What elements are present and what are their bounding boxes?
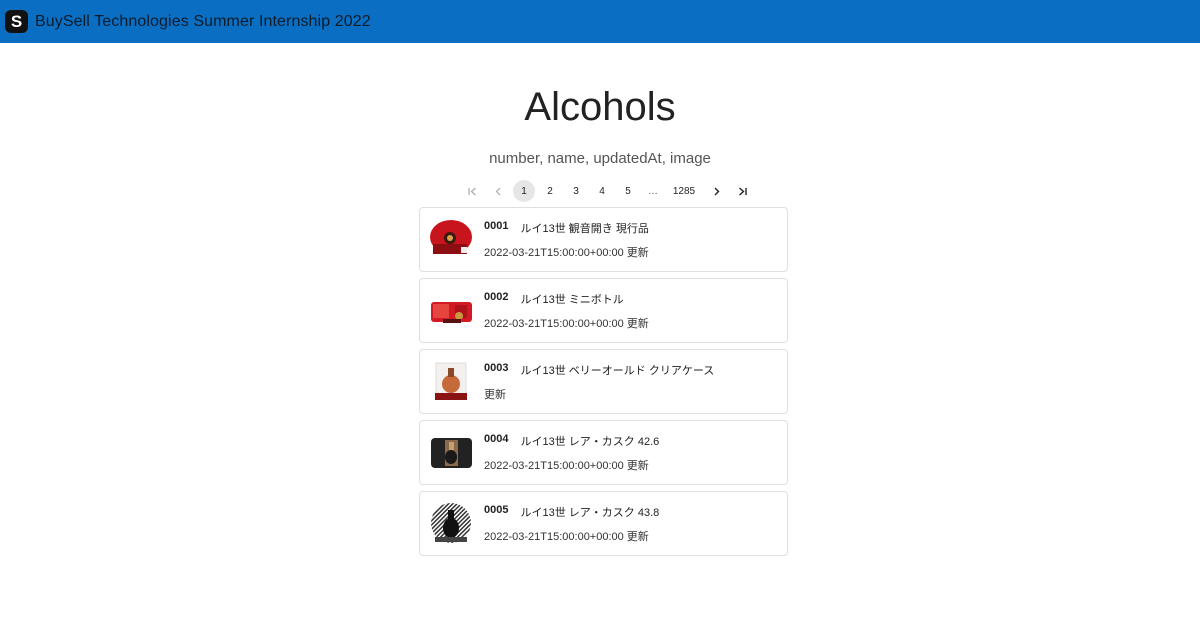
item-name: ルイ13世 レア・カスク 43.8 xyxy=(520,506,660,519)
item-updated: 2022-03-21T15:00:00+00:00 更新 xyxy=(484,530,649,543)
logo-letter: S xyxy=(10,12,23,31)
page-button-last[interactable]: 1285 xyxy=(667,180,701,202)
list-item[interactable]: 0005 ルイ13世 レア・カスク 43.8 2022-03-21T15:00:0… xyxy=(419,491,788,556)
list-item[interactable]: 0001 ルイ13世 観音開き 現行品 2022-03-21T15:00:00+0… xyxy=(419,207,788,272)
page-button-4[interactable]: 4 xyxy=(591,180,613,202)
app-bar: S BuySell Technologies Summer Internship… xyxy=(0,0,1200,43)
item-updated: 2022-03-21T15:00:00+00:00 更新 xyxy=(484,317,649,330)
page-button-1[interactable]: 1 xyxy=(513,180,535,202)
chevron-left-icon[interactable] xyxy=(487,180,509,202)
chevron-right-icon[interactable] xyxy=(705,180,727,202)
black-case-bottle-image xyxy=(429,430,474,475)
mini-bottle-red-case-image xyxy=(429,288,474,333)
clear-case-bottle-image xyxy=(429,359,474,404)
pagination-ellipsis: … xyxy=(648,185,658,197)
list-item[interactable]: 0003 ルイ13世 ベリーオールド クリアケース 更新 xyxy=(419,349,788,414)
item-updated: 更新 xyxy=(484,388,506,401)
alcohol-list: 0001 ルイ13世 観音開き 現行品 2022-03-21T15:00:00+0… xyxy=(419,207,788,562)
item-number: 0004 xyxy=(484,432,509,445)
app-title: BuySell Technologies Summer Internship 2… xyxy=(35,12,371,30)
page-title: Alcohols xyxy=(524,85,676,129)
item-number: 0001 xyxy=(484,219,509,232)
page-button-2[interactable]: 2 xyxy=(539,180,561,202)
list-item[interactable]: 0004 ルイ13世 レア・カスク 42.6 2022-03-21T15:00:0… xyxy=(419,420,788,485)
item-number: 0002 xyxy=(484,290,509,303)
first-page-icon[interactable] xyxy=(461,180,483,202)
pagination: 1 2 3 4 5 … 1285 xyxy=(459,180,755,202)
item-number: 0005 xyxy=(484,503,509,516)
item-updated: 2022-03-21T15:00:00+00:00 更新 xyxy=(484,246,649,259)
item-name: ルイ13世 レア・カスク 42.6 xyxy=(520,435,660,448)
item-updated: 2022-03-21T15:00:00+00:00 更新 xyxy=(484,459,649,472)
last-page-icon[interactable] xyxy=(731,180,753,202)
item-name: ルイ13世 観音開き 現行品 xyxy=(520,222,649,235)
item-number: 0003 xyxy=(484,361,509,374)
bottle-red-box-image xyxy=(429,217,474,262)
page-button-3[interactable]: 3 xyxy=(565,180,587,202)
item-name: ルイ13世 ミニボトル xyxy=(520,293,624,306)
striped-case-bottle-image xyxy=(429,501,474,546)
app-logo-icon[interactable]: S xyxy=(5,10,28,33)
page-subtitle: number, name, updatedAt, image xyxy=(489,150,711,167)
page-button-5[interactable]: 5 xyxy=(617,180,639,202)
item-name: ルイ13世 ベリーオールド クリアケース xyxy=(520,364,715,377)
list-item[interactable]: 0002 ルイ13世 ミニボトル 2022-03-21T15:00:00+00:0… xyxy=(419,278,788,343)
